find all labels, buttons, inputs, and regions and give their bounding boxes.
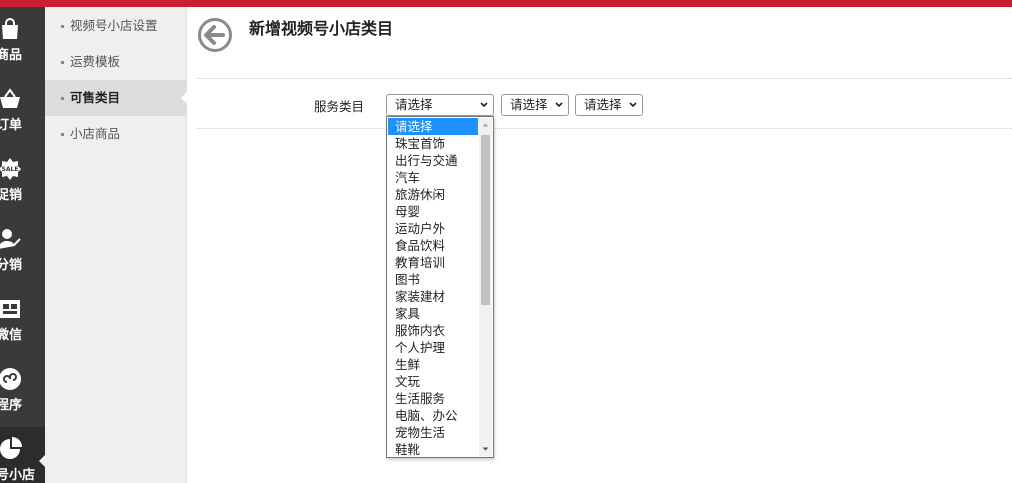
bullet-dot bbox=[61, 97, 64, 100]
nav-item-video-store[interactable]: 号小店 bbox=[0, 427, 45, 483]
nav-item-distribution[interactable]: 分销 bbox=[0, 217, 45, 287]
submenu-label: 运费模板 bbox=[70, 54, 121, 69]
submenu-item-shipping-template[interactable]: 运费模板 bbox=[45, 44, 186, 80]
dropdown-option[interactable]: 珠宝首饰 bbox=[388, 135, 478, 152]
submenu-item-store-products[interactable]: 小店商品 bbox=[45, 116, 186, 152]
dropdown-option[interactable]: 个人护理 bbox=[388, 339, 478, 356]
dropdown-option[interactable]: 出行与交通 bbox=[388, 152, 478, 169]
submenu-item-store-settings[interactable]: 视频号小店设置 bbox=[45, 8, 186, 44]
nav-label: 微信 bbox=[0, 328, 23, 343]
chevron-down-icon bbox=[480, 102, 488, 108]
chevron-down-icon bbox=[555, 102, 563, 108]
dropdown-option[interactable]: 鞋靴 bbox=[388, 441, 478, 458]
bullet-dot bbox=[61, 61, 64, 64]
select-value: 请选择 bbox=[584, 97, 622, 112]
nav-item-mini-program[interactable]: 程序 bbox=[0, 357, 45, 427]
nav-label: 商品 bbox=[0, 48, 23, 63]
dropdown-option[interactable]: 请选择 bbox=[388, 118, 478, 135]
bullet-dot bbox=[61, 133, 64, 136]
category-select-level-1[interactable]: 请选择 bbox=[386, 94, 494, 116]
shopping-bag-icon bbox=[2, 18, 18, 39]
dropdown-scrollbar[interactable] bbox=[479, 118, 492, 456]
sub-navigation: 视频号小店设置 运费模板 可售类目 小店商品 bbox=[45, 7, 187, 483]
submenu-label: 可售类目 bbox=[70, 90, 121, 105]
submenu-label: 视频号小店设置 bbox=[70, 18, 158, 33]
nav-label: 分销 bbox=[0, 258, 23, 273]
nav-label: 程序 bbox=[0, 398, 23, 413]
pie-chart-icon bbox=[0, 437, 22, 459]
nav-label: 促销 bbox=[0, 188, 23, 203]
divider bbox=[197, 78, 1012, 79]
mini-program-icon bbox=[0, 368, 21, 390]
category-dropdown-list[interactable]: 请选择 珠宝首饰 出行与交通 汽车 旅游休闲 母婴 运动户外 食品饮料 教育培训… bbox=[386, 116, 494, 458]
dropdown-option[interactable]: 生鲜 bbox=[388, 356, 478, 373]
nav-item-orders[interactable]: 订单 bbox=[0, 77, 45, 147]
select-value: 请选择 bbox=[510, 97, 548, 112]
divider bbox=[197, 128, 1012, 129]
chevron-down-icon bbox=[629, 102, 637, 108]
basket-icon bbox=[0, 88, 20, 108]
dropdown-option[interactable]: 宠物生活 bbox=[388, 424, 478, 441]
back-arrow-icon[interactable] bbox=[197, 17, 233, 53]
wechat-shop-icon bbox=[0, 300, 20, 318]
dropdown-option[interactable]: 家装建材 bbox=[388, 288, 478, 305]
nav-item-products[interactable]: 商品 bbox=[0, 7, 45, 77]
nav-item-wechat[interactable]: 微信 bbox=[0, 287, 45, 357]
scroll-up-arrow-icon[interactable] bbox=[479, 118, 492, 132]
category-select-level-2[interactable]: 请选择 bbox=[501, 94, 569, 116]
dropdown-option[interactable]: 家具 bbox=[388, 305, 478, 322]
nav-label: 订单 bbox=[0, 118, 23, 133]
dropdown-option[interactable]: 图书 bbox=[388, 271, 478, 288]
dropdown-option[interactable]: 文玩 bbox=[388, 373, 478, 390]
service-category-label: 服务类目 bbox=[314, 99, 365, 114]
scrollbar-thumb[interactable] bbox=[481, 135, 490, 305]
dropdown-option[interactable]: 运动户外 bbox=[388, 220, 478, 237]
scroll-down-arrow-icon[interactable] bbox=[479, 442, 492, 456]
dropdown-option[interactable]: 电脑、办公 bbox=[388, 407, 478, 424]
page-title: 新增视频号小店类目 bbox=[249, 19, 394, 38]
nav-label: 号小店 bbox=[0, 468, 36, 483]
dropdown-option[interactable]: 生活服务 bbox=[388, 390, 478, 407]
dropdown-option[interactable]: 服饰内衣 bbox=[388, 322, 478, 339]
select-value: 请选择 bbox=[395, 97, 433, 112]
dropdown-option[interactable]: 汽车 bbox=[388, 169, 478, 186]
category-select-level-3[interactable]: 请选择 bbox=[575, 94, 643, 116]
bullet-dot bbox=[61, 25, 64, 28]
top-accent-bar bbox=[0, 0, 1012, 7]
dropdown-option[interactable]: 教育培训 bbox=[388, 254, 478, 271]
dropdown-option[interactable]: 母婴 bbox=[388, 203, 478, 220]
svg-text:SALE: SALE bbox=[2, 166, 19, 173]
submenu-label: 小店商品 bbox=[70, 126, 121, 141]
dropdown-option[interactable]: 旅游休闲 bbox=[388, 186, 478, 203]
nav-item-promotion[interactable]: SALE 促销 bbox=[0, 147, 45, 217]
user-share-icon bbox=[0, 229, 21, 249]
submenu-item-categories[interactable]: 可售类目 bbox=[45, 80, 187, 116]
sale-badge-icon: SALE bbox=[0, 158, 21, 180]
dropdown-option[interactable]: 食品饮料 bbox=[388, 237, 478, 254]
main-navigation: 商品 订单 SALE 促销 分销 微信 程序 号小店 bbox=[0, 7, 45, 483]
